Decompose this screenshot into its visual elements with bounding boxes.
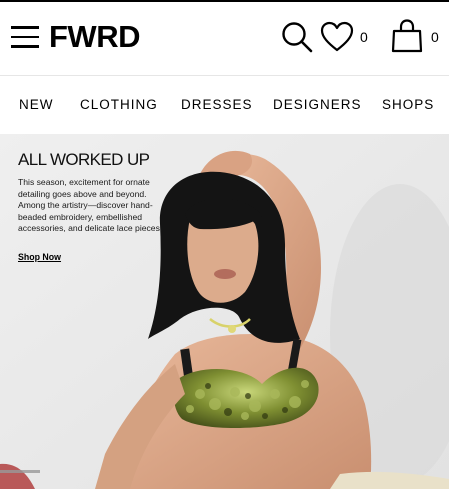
nav-item-dresses[interactable]: DRESSES (181, 96, 253, 114)
heart-icon[interactable] (320, 21, 354, 53)
wishlist-count: 0 (360, 29, 368, 45)
hero-banner[interactable]: ALL WORKED UP This season, excitement fo… (0, 134, 449, 489)
hero-body-text: This season, excitement for ornate detai… (18, 177, 163, 234)
site-header: FWRD 0 0 (0, 2, 449, 75)
shopping-bag-icon[interactable] (391, 19, 423, 53)
site-logo[interactable]: FWRD (49, 18, 140, 56)
hamburger-menu-icon[interactable] (11, 26, 39, 48)
nav-item-new[interactable]: NEW (19, 96, 54, 114)
hero-headline: ALL WORKED UP (18, 150, 150, 169)
bag-count: 0 (431, 29, 439, 45)
nav-item-designers[interactable]: DESIGNERS (273, 96, 362, 114)
main-nav: NEW CLOTHING DRESSES DESIGNERS SHOPS (0, 76, 449, 134)
nav-item-shops[interactable]: SHOPS (382, 96, 434, 114)
nav-item-clothing[interactable]: CLOTHING (80, 96, 158, 114)
shop-now-link[interactable]: Shop Now (18, 251, 61, 263)
search-icon[interactable] (280, 20, 314, 54)
